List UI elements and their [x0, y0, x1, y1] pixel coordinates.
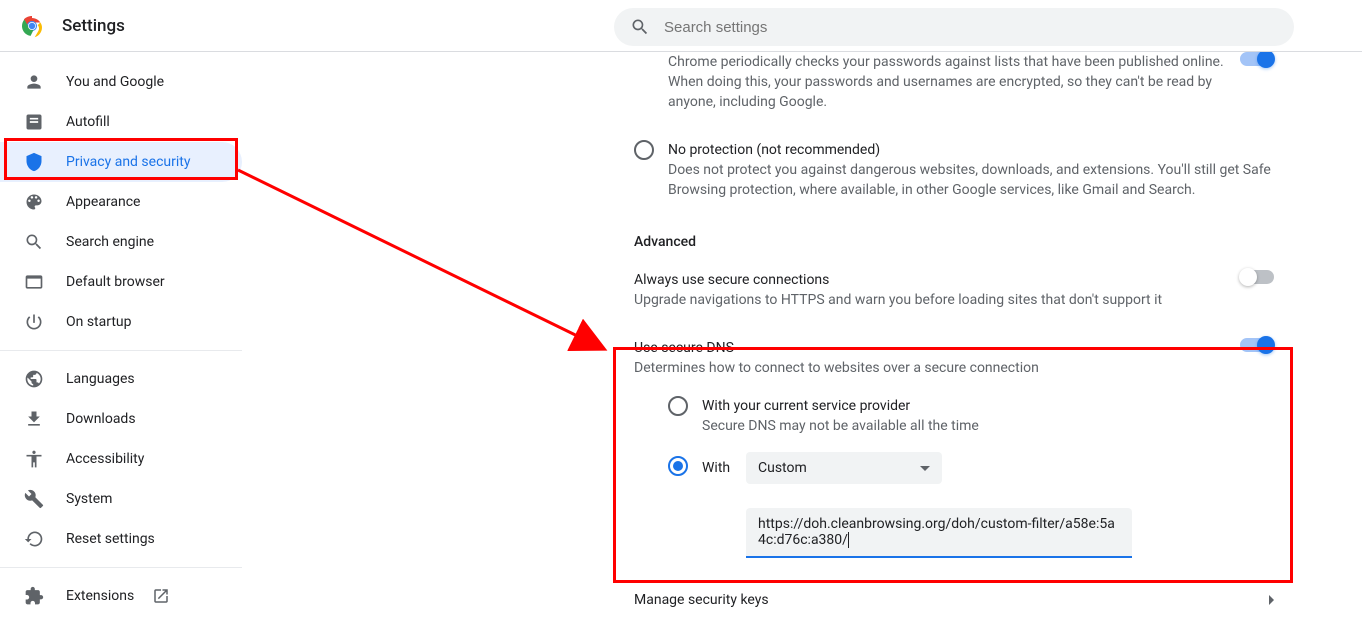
no-protection-row[interactable]: No protection (not recommended) Does not…: [614, 126, 1294, 214]
dns-with-label: With: [702, 458, 746, 478]
sidebar-item-label: On startup: [66, 314, 132, 330]
secure-dns-title: Use secure DNS: [634, 338, 1234, 358]
sidebar-item-label: Languages: [66, 371, 135, 387]
sidebar-item-accessibility[interactable]: Accessibility: [0, 439, 242, 479]
secure-conn-description: Upgrade navigations to HTTPS and warn yo…: [634, 290, 1234, 310]
shield-icon: [24, 152, 44, 172]
sidebar-item-search-engine[interactable]: Search engine: [0, 222, 242, 262]
dns-custom-input-row: https://doh.cleanbrowsing.org/doh/custom…: [614, 508, 1294, 572]
dns-custom-url-input[interactable]: https://doh.cleanbrowsing.org/doh/custom…: [746, 508, 1132, 558]
secure-dns-toggle[interactable]: [1240, 338, 1274, 352]
sidebar-item-appearance[interactable]: Appearance: [0, 182, 242, 222]
dns-with-row[interactable]: With Custom: [614, 444, 1294, 498]
no-protection-title: No protection (not recommended): [668, 140, 1274, 160]
header-bar: Settings: [0, 0, 1362, 52]
search-settings-box[interactable]: [614, 8, 1294, 46]
dns-current-radio[interactable]: [668, 396, 688, 416]
sidebar-item-label: You and Google: [66, 74, 164, 90]
sidebar-item-reset-settings[interactable]: Reset settings: [0, 519, 242, 559]
sidebar-item-on-startup[interactable]: On startup: [0, 302, 242, 342]
search-icon: [24, 232, 44, 252]
no-protection-description: Does not protect you against dangerous w…: [668, 160, 1274, 200]
wrench-icon: [24, 489, 44, 509]
no-protection-radio[interactable]: [634, 140, 654, 160]
sidebar-item-label: Default browser: [66, 274, 165, 290]
sidebar-item-label: Accessibility: [66, 451, 144, 467]
person-icon: [24, 72, 44, 92]
sidebar-item-label: Downloads: [66, 411, 136, 427]
sidebar-item-label: Extensions: [66, 588, 134, 604]
sidebar-item-you-and-google[interactable]: You and Google: [0, 62, 242, 102]
accessibility-icon: [24, 449, 44, 469]
password-check-description: Chrome periodically checks your password…: [668, 52, 1234, 112]
sidebar-item-languages[interactable]: Languages: [0, 359, 242, 399]
chevron-down-icon: [920, 466, 930, 471]
sidebar-item-label: Autofill: [66, 114, 110, 130]
palette-icon: [24, 192, 44, 212]
chrome-logo-icon: [20, 14, 44, 38]
dns-current-description: Secure DNS may not be available all the …: [702, 416, 1274, 436]
browser-icon: [24, 272, 44, 292]
secure-conn-title: Always use secure connections: [634, 270, 1234, 290]
sidebar-item-label: System: [66, 491, 112, 507]
sidebar-item-system[interactable]: System: [0, 479, 242, 519]
sidebar-item-default-browser[interactable]: Default browser: [0, 262, 242, 302]
autofill-icon: [24, 112, 44, 132]
search-input[interactable]: [664, 19, 1278, 36]
sidebar-divider: [0, 567, 242, 568]
dns-current-title: With your current service provider: [702, 396, 1274, 416]
search-icon: [630, 17, 650, 37]
sidebar-item-extensions[interactable]: Extensions: [0, 576, 242, 616]
dns-select-value: Custom: [758, 460, 807, 476]
chevron-right-icon: [1269, 595, 1274, 605]
open-external-icon: [152, 587, 170, 605]
sidebar-item-label: Appearance: [66, 194, 140, 210]
extension-icon: [24, 586, 44, 606]
dns-with-radio[interactable]: [668, 456, 688, 476]
advanced-heading: Advanced: [614, 214, 1294, 256]
sidebar-item-label: Privacy and security: [66, 154, 190, 170]
secure-dns-row: Use secure DNS Determines how to connect…: [614, 324, 1294, 392]
password-check-toggle[interactable]: [1240, 52, 1274, 66]
secure-dns-description: Determines how to connect to websites ov…: [634, 358, 1234, 378]
password-check-row: Chrome periodically checks your password…: [614, 52, 1294, 126]
dns-current-provider-row[interactable]: With your current service provider Secur…: [614, 392, 1294, 444]
secure-conn-toggle[interactable]: [1240, 270, 1274, 284]
globe-icon: [24, 369, 44, 389]
sidebar-item-label: Reset settings: [66, 531, 155, 547]
manage-keys-label: Manage security keys: [634, 590, 769, 610]
main-content: Chrome periodically checks your password…: [614, 52, 1294, 622]
dns-provider-select[interactable]: Custom: [746, 452, 942, 484]
sidebar-divider: [0, 350, 242, 351]
sidebar-item-downloads[interactable]: Downloads: [0, 399, 242, 439]
sidebar-item-autofill[interactable]: Autofill: [0, 102, 242, 142]
download-icon: [24, 409, 44, 429]
sidebar-item-label: Search engine: [66, 234, 154, 250]
restore-icon: [24, 529, 44, 549]
page-title: Settings: [62, 16, 125, 36]
always-secure-row: Always use secure connections Upgrade na…: [614, 256, 1294, 324]
sidebar-item-privacy-security[interactable]: Privacy and security: [0, 142, 242, 182]
power-icon: [24, 312, 44, 332]
manage-security-keys-row[interactable]: Manage security keys: [614, 572, 1294, 616]
sidebar: You and Google Autofill Privacy and secu…: [0, 52, 242, 616]
